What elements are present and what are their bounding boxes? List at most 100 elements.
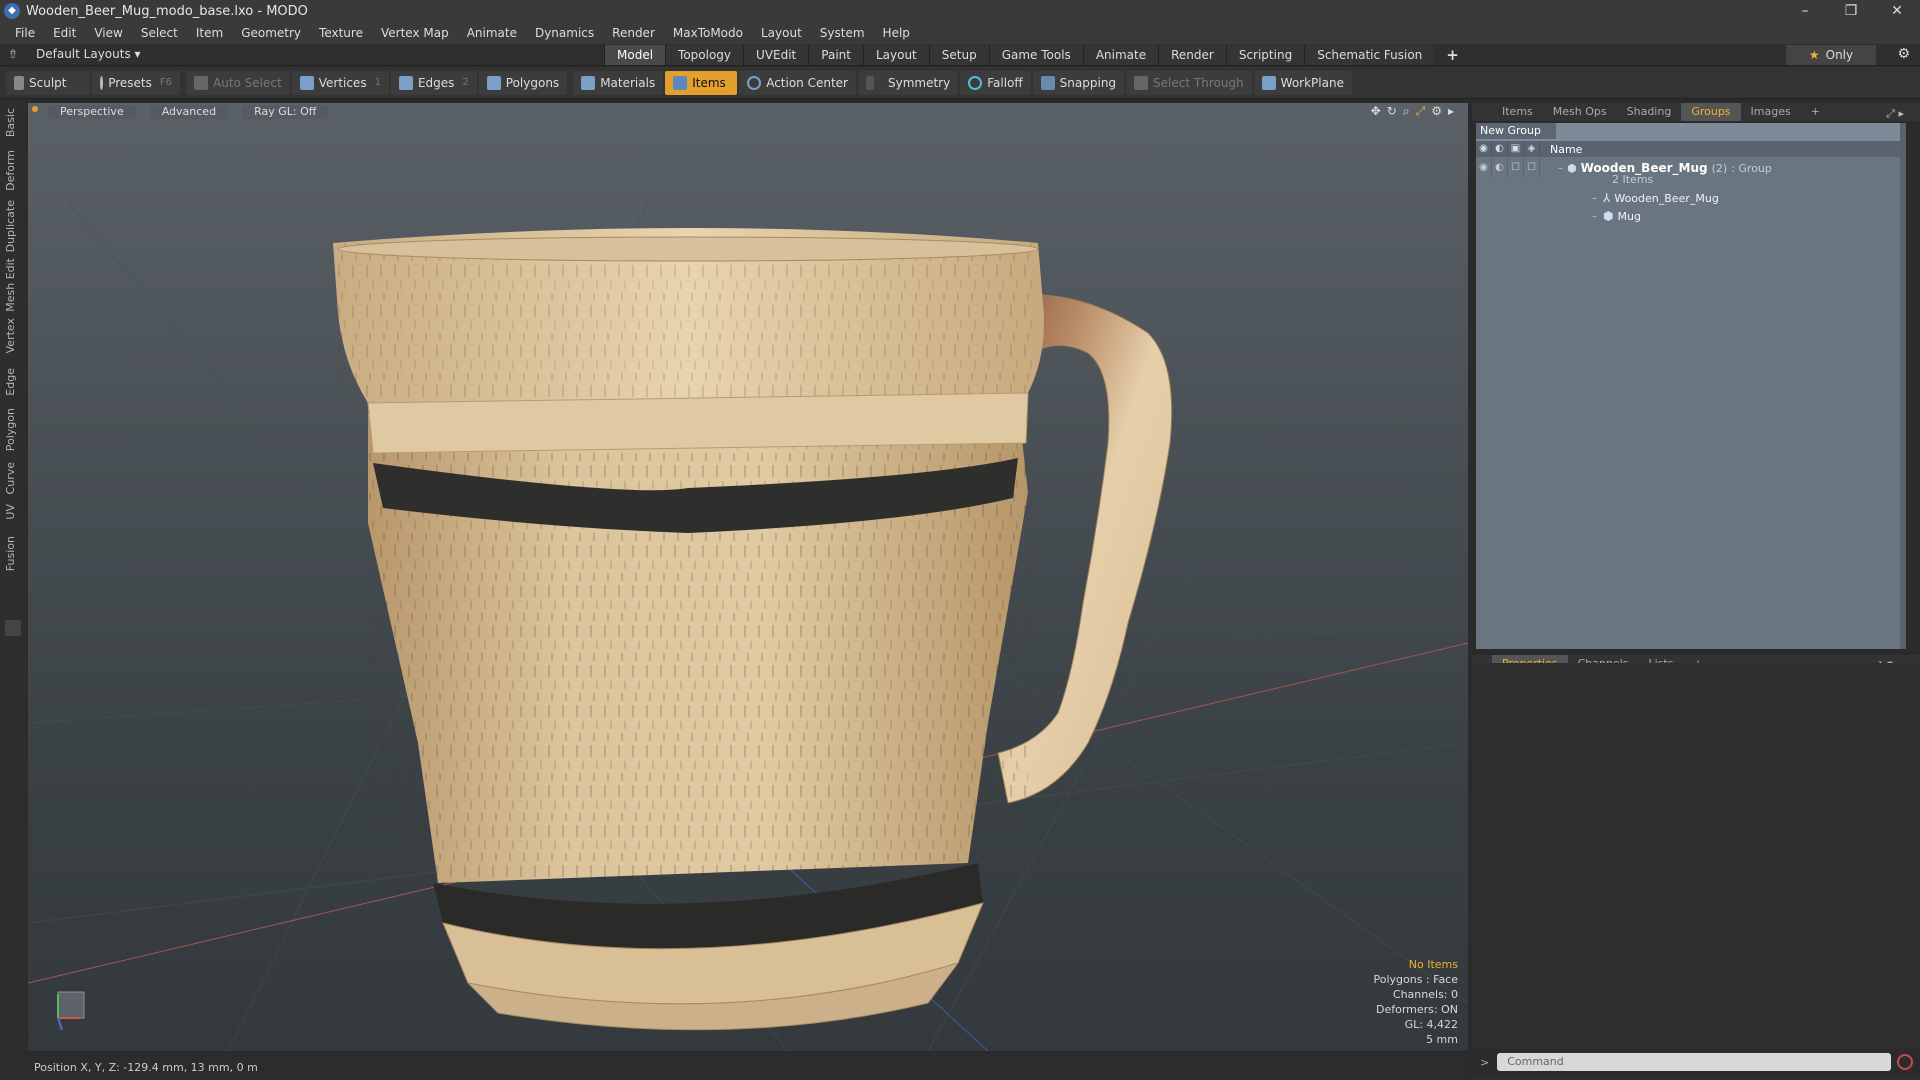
viewport-menu-dot-icon[interactable] — [32, 106, 38, 112]
stop-icon[interactable] — [1897, 1054, 1914, 1070]
menu-edit[interactable]: Edit — [44, 26, 85, 40]
workplane-button[interactable]: WorkPlane — [1253, 70, 1352, 95]
action-center-button[interactable]: Action Center — [739, 70, 856, 95]
gear-icon[interactable]: ⚙ — [1897, 46, 1910, 62]
zoom-icon[interactable]: ⌕ — [1403, 104, 1410, 119]
mug-rim-grain — [338, 243, 1038, 403]
left-tab-uv[interactable]: UV — [4, 504, 17, 520]
raygl-button[interactable]: Ray GL: Off — [242, 105, 329, 119]
viewport-nav-icons: ✥ ↻ ⌕ ⤢ ⚙ ▸ — [1365, 104, 1454, 119]
child-item-wooden-beer-mug: Wooden_Beer_Mug — [1614, 191, 1719, 205]
left-panel-toggle[interactable] — [5, 620, 21, 636]
sculpt-button[interactable]: Sculpt — [6, 70, 90, 95]
left-tab-edge[interactable]: Edge — [4, 368, 17, 396]
menu-view[interactable]: View — [85, 26, 131, 40]
tab-paint[interactable]: Paint — [808, 45, 863, 65]
menu-geometry[interactable]: Geometry — [232, 26, 310, 40]
auto-select-button[interactable]: Auto Select — [186, 70, 290, 95]
tab-items[interactable]: Items — [1492, 103, 1543, 121]
menu-item[interactable]: Item — [187, 26, 232, 40]
stats-channels: Channels: 0 — [1392, 988, 1458, 1001]
snapping-icon — [1040, 75, 1055, 90]
visibility-column-icon[interactable]: ◉ — [1476, 141, 1492, 157]
symmetry-button[interactable]: Symmetry — [858, 70, 959, 95]
expand-arrow-icon[interactable]: ▸ — [1448, 104, 1454, 119]
left-tab-mesh-edit[interactable]: Mesh Edit — [4, 258, 17, 312]
3d-viewport[interactable]: Perspective Advanced Ray GL: Off ✥ ↻ ⌕ ⤢… — [28, 103, 1468, 1051]
left-tab-basic[interactable]: Basic — [4, 108, 17, 137]
tree-branch-icon: – — [1592, 210, 1597, 222]
vertices-button[interactable]: Vertices 1 — [291, 70, 389, 95]
layout-toggle-icon[interactable]: ⇮ — [8, 47, 18, 61]
left-tab-polygon[interactable]: Polygon — [4, 408, 17, 451]
tab-scripting[interactable]: Scripting — [1225, 45, 1305, 65]
layout-selector[interactable]: Default Layouts ▾ — [36, 47, 141, 61]
properties-panel — [1472, 663, 1920, 1080]
auto-select-label: Auto Select — [213, 75, 282, 90]
menu-system[interactable]: System — [811, 26, 874, 40]
close-button[interactable]: ✕ — [1874, 0, 1920, 22]
list-item[interactable]: – ⬢ Mug — [1476, 207, 1906, 225]
left-tab-fusion[interactable]: Fusion — [4, 536, 17, 571]
symmetry-icon — [866, 75, 874, 90]
menu-file[interactable]: File — [6, 26, 44, 40]
lock-column-icon[interactable]: ▣ — [1508, 141, 1524, 157]
menu-render[interactable]: Render — [603, 26, 664, 40]
menu-layout[interactable]: Layout — [752, 26, 811, 40]
items-button[interactable]: Items — [665, 70, 738, 95]
tab-setup[interactable]: Setup — [928, 45, 989, 65]
materials-button[interactable]: Materials — [573, 70, 664, 95]
tab-model[interactable]: Model — [604, 45, 666, 65]
tab-schematic-fusion[interactable]: Schematic Fusion — [1304, 45, 1435, 65]
tab-uvedit[interactable]: UVEdit — [743, 45, 809, 65]
left-tab-duplicate[interactable]: Duplicate — [4, 200, 17, 252]
presets-button[interactable]: Presets F6 — [92, 70, 180, 95]
tab-layout[interactable]: Layout — [862, 45, 929, 65]
select-column-icon[interactable]: ◈ — [1524, 141, 1540, 157]
polygons-button[interactable]: Polygons — [478, 70, 568, 95]
tab-shading[interactable]: Shading — [1617, 103, 1682, 121]
only-toggle-button[interactable]: ★ Only — [1786, 45, 1876, 65]
menu-select[interactable]: Select — [132, 26, 187, 40]
menu-help[interactable]: Help — [874, 26, 919, 40]
tab-render[interactable]: Render — [1158, 45, 1226, 65]
menu-dynamics[interactable]: Dynamics — [526, 26, 603, 40]
left-tab-curve[interactable]: Curve — [4, 462, 17, 494]
viewport-settings-icon[interactable]: ⚙ — [1431, 104, 1442, 119]
add-panel-tab-button[interactable]: + — [1801, 103, 1830, 121]
panel-expand-icon[interactable]: ⤢ ▸ — [1876, 105, 1914, 123]
restore-button[interactable]: ❐ — [1828, 0, 1874, 22]
window-title: Wooden_Beer_Mug_modo_base.lxo - MODO — [26, 3, 308, 19]
menu-animate[interactable]: Animate — [458, 26, 526, 40]
new-group-button[interactable]: New Group — [1476, 123, 1556, 139]
menu-vertex-map[interactable]: Vertex Map — [372, 26, 458, 40]
edges-button[interactable]: Edges 2 — [390, 70, 477, 95]
menu-texture[interactable]: Texture — [310, 26, 372, 40]
menu-maxtomodo[interactable]: MaxToModo — [664, 26, 752, 40]
command-input[interactable]: Command — [1497, 1053, 1892, 1071]
shading-mode-button[interactable]: Advanced — [149, 105, 229, 119]
pan-icon[interactable]: ✥ — [1371, 104, 1381, 119]
fit-icon[interactable]: ⤢ — [1416, 104, 1426, 119]
list-item[interactable]: – ⅄ Wooden_Beer_Mug — [1476, 189, 1906, 207]
tab-images[interactable]: Images — [1741, 103, 1801, 121]
tab-game-tools[interactable]: Game Tools — [988, 45, 1083, 65]
select-through-button[interactable]: Select Through — [1126, 70, 1252, 95]
minimize-button[interactable]: – — [1782, 0, 1828, 22]
collapse-icon[interactable]: – — [1558, 163, 1563, 174]
add-tab-button[interactable]: + — [1434, 45, 1471, 65]
tab-animate[interactable]: Animate — [1082, 45, 1159, 65]
tab-groups[interactable]: Groups — [1681, 103, 1741, 121]
rotate-icon[interactable]: ↻ — [1387, 104, 1397, 119]
falloff-button[interactable]: Falloff — [960, 70, 1031, 95]
locator-icon: ⅄ — [1603, 191, 1611, 205]
tab-mesh-ops[interactable]: Mesh Ops — [1543, 103, 1617, 121]
tab-topology[interactable]: Topology — [665, 45, 744, 65]
render-column-icon[interactable]: ◐ — [1492, 141, 1508, 157]
left-tab-vertex[interactable]: Vertex — [4, 318, 17, 353]
name-column-header[interactable]: Name — [1540, 143, 1582, 156]
view-mode-button[interactable]: Perspective — [48, 105, 136, 119]
left-tab-deform[interactable]: Deform — [4, 150, 17, 191]
snapping-button[interactable]: Snapping — [1032, 70, 1125, 95]
groups-scrollbar[interactable] — [1900, 123, 1906, 649]
